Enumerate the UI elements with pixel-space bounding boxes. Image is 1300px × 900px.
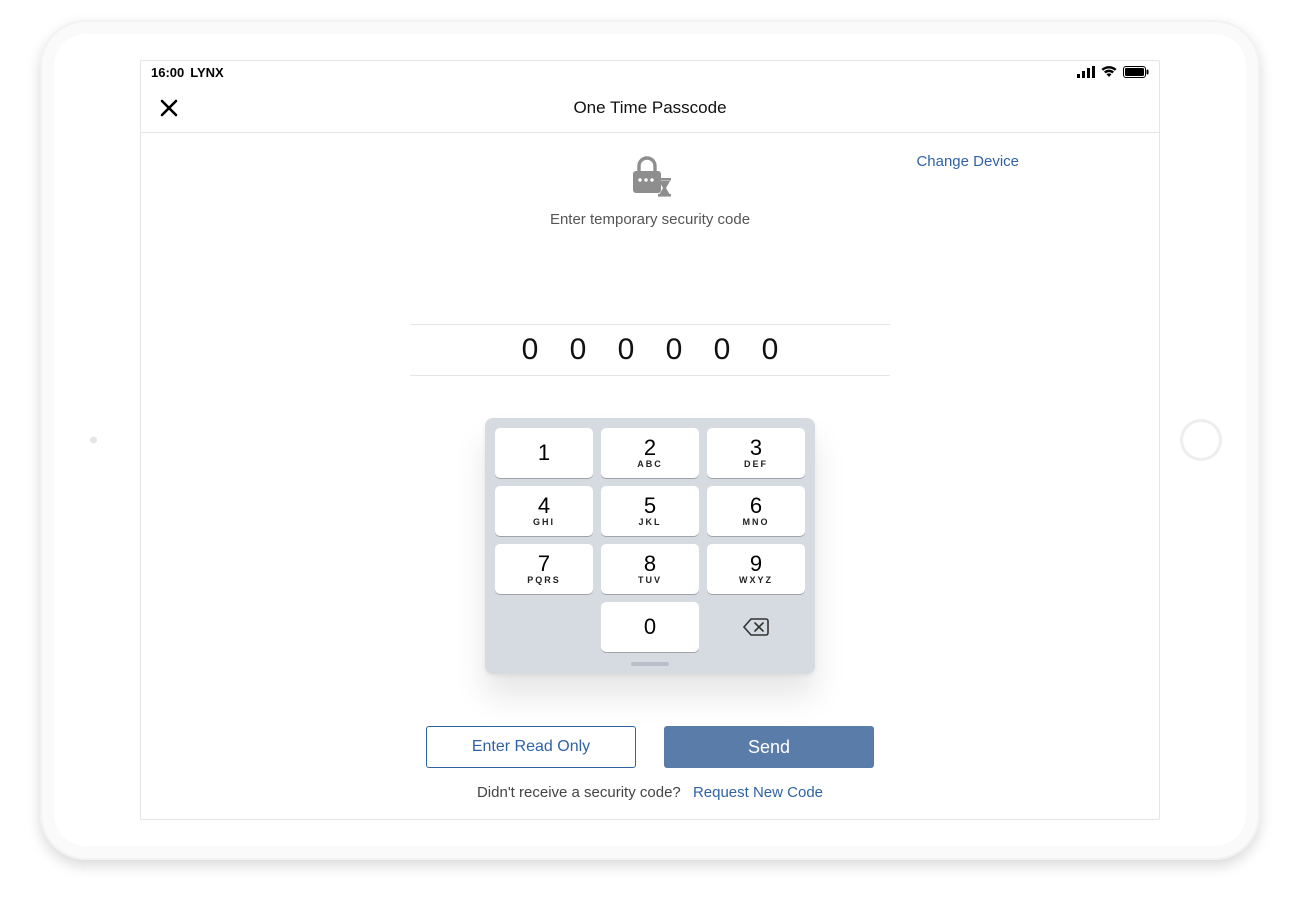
- enter-read-only-button[interactable]: Enter Read Only: [426, 726, 636, 768]
- passcode-digit: 0: [709, 333, 735, 367]
- front-camera: [90, 437, 97, 444]
- status-carrier: LYNX: [190, 65, 223, 80]
- screen: 16:00 LYNX: [140, 60, 1160, 820]
- keypad-key-6[interactable]: 6MNO: [707, 486, 805, 536]
- keypad-key-1[interactable]: 1: [495, 428, 593, 478]
- passcode-digit: 0: [565, 333, 591, 367]
- battery-icon: [1123, 66, 1149, 78]
- cellular-signal-icon: [1077, 66, 1095, 78]
- keypad-backspace[interactable]: [707, 602, 805, 652]
- passcode-digit: 0: [613, 333, 639, 367]
- numeric-keypad: 1 2ABC 3DEF 4GHI 5JKL 6MNO 7PQRS 8TUV 9W…: [485, 418, 815, 674]
- help-question: Didn't receive a security code?: [477, 784, 681, 801]
- passcode-digit: 0: [661, 333, 687, 367]
- keypad-handle[interactable]: [631, 662, 669, 666]
- status-bar: 16:00 LYNX: [141, 61, 1159, 83]
- change-device-link[interactable]: Change Device: [916, 153, 1019, 170]
- keypad-key-9[interactable]: 9WXYZ: [707, 544, 805, 594]
- keypad-key-7[interactable]: 7PQRS: [495, 544, 593, 594]
- keypad-key-4[interactable]: 4GHI: [495, 486, 593, 536]
- prompt-subtitle: Enter temporary security code: [550, 211, 750, 228]
- passcode-digit: 0: [757, 333, 783, 367]
- help-row: Didn't receive a security code? Request …: [141, 784, 1159, 801]
- page-title: One Time Passcode: [573, 98, 726, 118]
- lock-timer-icon: [625, 155, 675, 201]
- wifi-icon: [1101, 66, 1117, 78]
- close-icon: [159, 98, 179, 118]
- request-new-code-link[interactable]: Request New Code: [693, 784, 823, 801]
- keypad-key-5[interactable]: 5JKL: [601, 486, 699, 536]
- keypad-key-0[interactable]: 0: [601, 602, 699, 652]
- keypad-blank: [495, 602, 593, 652]
- keypad-key-2[interactable]: 2ABC: [601, 428, 699, 478]
- nav-bar: One Time Passcode: [141, 83, 1159, 133]
- backspace-icon: [742, 617, 770, 637]
- home-button[interactable]: [1180, 419, 1222, 461]
- passcode-field[interactable]: 0 0 0 0 0 0: [410, 324, 890, 376]
- close-button[interactable]: [159, 98, 179, 118]
- passcode-digit: 0: [517, 333, 543, 367]
- status-time: 16:00: [151, 65, 184, 80]
- keypad-key-3[interactable]: 3DEF: [707, 428, 805, 478]
- keypad-key-8[interactable]: 8TUV: [601, 544, 699, 594]
- tablet-frame: 16:00 LYNX: [40, 20, 1260, 860]
- send-button[interactable]: Send: [664, 726, 874, 768]
